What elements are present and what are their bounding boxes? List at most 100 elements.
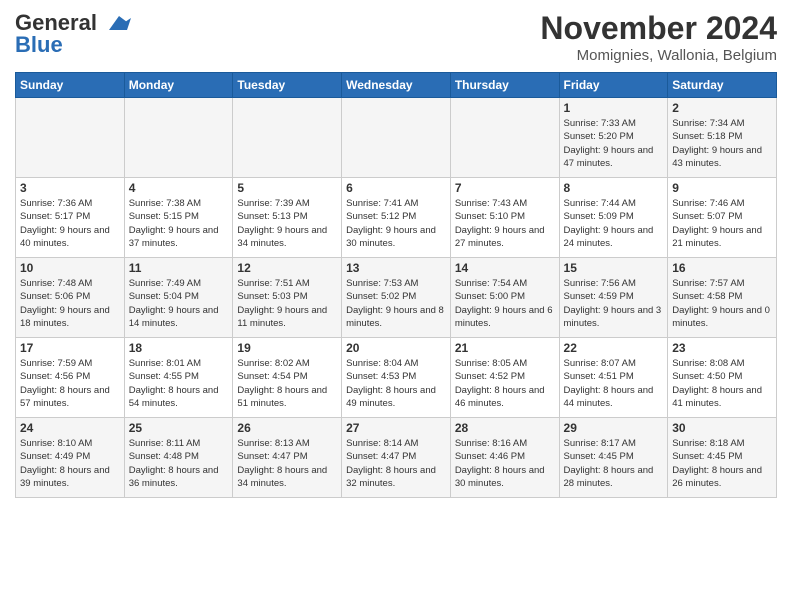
table-row: 11 Sunrise: 7:49 AM Sunset: 5:04 PM Dayli… xyxy=(124,258,233,338)
table-row: 22 Sunrise: 8:07 AM Sunset: 4:51 PM Dayli… xyxy=(559,338,668,418)
day-info: Sunrise: 8:08 AM Sunset: 4:50 PM Dayligh… xyxy=(672,357,772,410)
day-info: Sunrise: 7:43 AM Sunset: 5:10 PM Dayligh… xyxy=(455,197,555,250)
day-info: Sunrise: 7:44 AM Sunset: 5:09 PM Dayligh… xyxy=(564,197,664,250)
table-row xyxy=(233,98,342,178)
location: Momignies, Wallonia, Belgium xyxy=(540,47,777,64)
table-row xyxy=(16,98,125,178)
table-row xyxy=(124,98,233,178)
title-area: November 2024 Momignies, Wallonia, Belgi… xyxy=(540,10,777,64)
table-row: 20Sunrise: 8:04 AM Sunset: 4:53 PM Dayli… xyxy=(342,338,451,418)
day-number: 7 xyxy=(455,181,555,195)
day-number: 24 xyxy=(20,421,120,435)
day-number: 21 xyxy=(455,341,555,355)
day-number: 28 xyxy=(455,421,555,435)
table-row: 9Sunrise: 7:46 AM Sunset: 5:07 PM Daylig… xyxy=(668,178,777,258)
week-row-4: 24Sunrise: 8:10 AM Sunset: 4:49 PM Dayli… xyxy=(16,418,777,498)
day-number: 18 xyxy=(129,341,229,355)
table-row xyxy=(342,98,451,178)
day-number: 4 xyxy=(129,181,229,195)
day-info: Sunrise: 8:01 AM Sunset: 4:55 PM Dayligh… xyxy=(129,357,229,410)
day-info: Sunrise: 8:13 AM Sunset: 4:47 PM Dayligh… xyxy=(237,437,337,490)
table-row: 26Sunrise: 8:13 AM Sunset: 4:47 PM Dayli… xyxy=(233,418,342,498)
day-info: Sunrise: 7:39 AM Sunset: 5:13 PM Dayligh… xyxy=(237,197,337,250)
col-friday: Friday xyxy=(559,73,668,98)
month-title: November 2024 xyxy=(540,10,777,47)
table-row: 7 Sunrise: 7:43 AM Sunset: 5:10 PM Daylig… xyxy=(450,178,559,258)
day-info: Sunrise: 7:49 AM Sunset: 5:04 PM Dayligh… xyxy=(129,277,229,330)
table-row: 6 Sunrise: 7:41 AM Sunset: 5:12 PM Daylig… xyxy=(342,178,451,258)
day-number: 8 xyxy=(564,181,664,195)
table-row: 1 Sunrise: 7:33 AM Sunset: 5:20 PM Daylig… xyxy=(559,98,668,178)
week-row-0: 1 Sunrise: 7:33 AM Sunset: 5:20 PM Daylig… xyxy=(16,98,777,178)
day-info: Sunrise: 7:41 AM Sunset: 5:12 PM Dayligh… xyxy=(346,197,446,250)
table-row: 30 Sunrise: 8:18 AM Sunset: 4:45 PM Dayli… xyxy=(668,418,777,498)
table-row: 19 Sunrise: 8:02 AM Sunset: 4:54 PM Dayli… xyxy=(233,338,342,418)
day-info: Sunrise: 8:11 AM Sunset: 4:48 PM Dayligh… xyxy=(129,437,229,490)
day-number: 30 xyxy=(672,421,772,435)
day-number: 20 xyxy=(346,341,446,355)
col-tuesday: Tuesday xyxy=(233,73,342,98)
day-number: 27 xyxy=(346,421,446,435)
table-row: 4 Sunrise: 7:38 AM Sunset: 5:15 PM Daylig… xyxy=(124,178,233,258)
page: General Blue November 2024 Momignies, Wa… xyxy=(0,0,792,508)
table-row: 16Sunrise: 7:57 AM Sunset: 4:58 PM Dayli… xyxy=(668,258,777,338)
table-row: 15Sunrise: 7:56 AM Sunset: 4:59 PM Dayli… xyxy=(559,258,668,338)
col-saturday: Saturday xyxy=(668,73,777,98)
day-number: 29 xyxy=(564,421,664,435)
day-info: Sunrise: 7:54 AM Sunset: 5:00 PM Dayligh… xyxy=(455,277,555,330)
table-row: 18 Sunrise: 8:01 AM Sunset: 4:55 PM Dayli… xyxy=(124,338,233,418)
day-number: 22 xyxy=(564,341,664,355)
day-number: 19 xyxy=(237,341,337,355)
day-info: Sunrise: 7:56 AM Sunset: 4:59 PM Dayligh… xyxy=(564,277,664,330)
day-info: Sunrise: 8:14 AM Sunset: 4:47 PM Dayligh… xyxy=(346,437,446,490)
header-row: Sunday Monday Tuesday Wednesday Thursday… xyxy=(16,73,777,98)
day-info: Sunrise: 7:53 AM Sunset: 5:02 PM Dayligh… xyxy=(346,277,446,330)
table-row xyxy=(450,98,559,178)
day-info: Sunrise: 7:59 AM Sunset: 4:56 PM Dayligh… xyxy=(20,357,120,410)
table-row: 10 Sunrise: 7:48 AM Sunset: 5:06 PM Dayli… xyxy=(16,258,125,338)
day-info: Sunrise: 8:02 AM Sunset: 4:54 PM Dayligh… xyxy=(237,357,337,410)
col-monday: Monday xyxy=(124,73,233,98)
table-row: 21 Sunrise: 8:05 AM Sunset: 4:52 PM Dayli… xyxy=(450,338,559,418)
table-row: 23 Sunrise: 8:08 AM Sunset: 4:50 PM Dayli… xyxy=(668,338,777,418)
table-row: 25 Sunrise: 8:11 AM Sunset: 4:48 PM Dayli… xyxy=(124,418,233,498)
day-number: 11 xyxy=(129,261,229,275)
day-info: Sunrise: 8:07 AM Sunset: 4:51 PM Dayligh… xyxy=(564,357,664,410)
logo: General Blue xyxy=(15,10,131,58)
day-info: Sunrise: 8:16 AM Sunset: 4:46 PM Dayligh… xyxy=(455,437,555,490)
day-number: 23 xyxy=(672,341,772,355)
day-number: 3 xyxy=(20,181,120,195)
day-number: 6 xyxy=(346,181,446,195)
header: General Blue November 2024 Momignies, Wa… xyxy=(15,10,777,64)
day-info: Sunrise: 7:33 AM Sunset: 5:20 PM Dayligh… xyxy=(564,117,664,170)
calendar-table: Sunday Monday Tuesday Wednesday Thursday… xyxy=(15,72,777,498)
day-info: Sunrise: 7:48 AM Sunset: 5:06 PM Dayligh… xyxy=(20,277,120,330)
table-row: 17Sunrise: 7:59 AM Sunset: 4:56 PM Dayli… xyxy=(16,338,125,418)
col-wednesday: Wednesday xyxy=(342,73,451,98)
day-number: 16 xyxy=(672,261,772,275)
table-row: 2 Sunrise: 7:34 AM Sunset: 5:18 PM Daylig… xyxy=(668,98,777,178)
table-row: 27 Sunrise: 8:14 AM Sunset: 4:47 PM Dayli… xyxy=(342,418,451,498)
logo-bird-icon xyxy=(99,12,131,34)
table-row: 5Sunrise: 7:39 AM Sunset: 5:13 PM Daylig… xyxy=(233,178,342,258)
day-info: Sunrise: 7:51 AM Sunset: 5:03 PM Dayligh… xyxy=(237,277,337,330)
day-number: 1 xyxy=(564,101,664,115)
day-info: Sunrise: 7:38 AM Sunset: 5:15 PM Dayligh… xyxy=(129,197,229,250)
week-row-3: 17Sunrise: 7:59 AM Sunset: 4:56 PM Dayli… xyxy=(16,338,777,418)
table-row: 13 Sunrise: 7:53 AM Sunset: 5:02 PM Dayli… xyxy=(342,258,451,338)
day-info: Sunrise: 8:17 AM Sunset: 4:45 PM Dayligh… xyxy=(564,437,664,490)
day-number: 25 xyxy=(129,421,229,435)
day-info: Sunrise: 7:46 AM Sunset: 5:07 PM Dayligh… xyxy=(672,197,772,250)
table-row: 29 Sunrise: 8:17 AM Sunset: 4:45 PM Dayli… xyxy=(559,418,668,498)
table-row: 24Sunrise: 8:10 AM Sunset: 4:49 PM Dayli… xyxy=(16,418,125,498)
day-number: 10 xyxy=(20,261,120,275)
table-row: 3Sunrise: 7:36 AM Sunset: 5:17 PM Daylig… xyxy=(16,178,125,258)
logo-blue: Blue xyxy=(15,32,63,58)
table-row: 28 Sunrise: 8:16 AM Sunset: 4:46 PM Dayli… xyxy=(450,418,559,498)
day-number: 2 xyxy=(672,101,772,115)
day-number: 13 xyxy=(346,261,446,275)
day-info: Sunrise: 8:18 AM Sunset: 4:45 PM Dayligh… xyxy=(672,437,772,490)
day-info: Sunrise: 8:05 AM Sunset: 4:52 PM Dayligh… xyxy=(455,357,555,410)
day-info: Sunrise: 7:34 AM Sunset: 5:18 PM Dayligh… xyxy=(672,117,772,170)
day-number: 14 xyxy=(455,261,555,275)
